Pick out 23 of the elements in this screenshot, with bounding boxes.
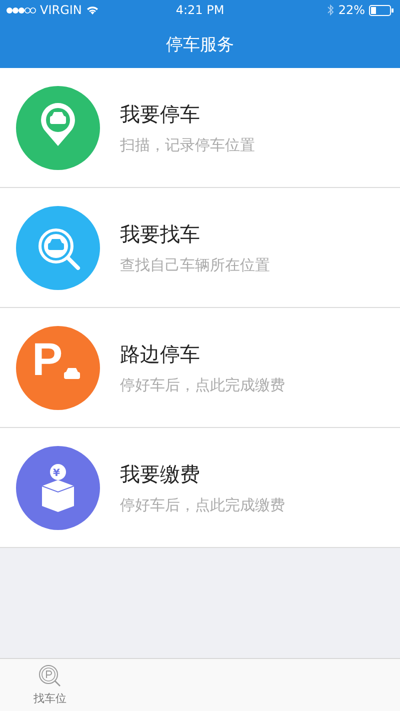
bluetooth-icon [327,4,334,16]
service-subtitle: 停好车后，点此完成缴费 [120,376,285,394]
service-subtitle: 扫描，记录停车位置 [120,136,255,154]
wifi-icon [86,5,99,15]
battery-percent: 22% [338,3,365,17]
parking-letter: P [32,336,63,382]
carrier-name: VIRGIN [40,3,82,17]
service-title: 路边停车 [120,340,201,368]
service-item[interactable]: 我要停车 扫描，记录停车位置 [0,68,400,188]
parking-search-icon [38,664,62,688]
service-title: 我要停车 [120,100,201,128]
service-subtitle: 查找自己车辆所在位置 [120,256,270,274]
service-item[interactable]: ¥ 我要缴费 停好车后，点此完成缴费 [0,428,400,548]
service-title: 我要找车 [120,220,201,248]
signal-icon [6,6,36,14]
service-item[interactable]: P 路边停车 停好车后，点此完成缴费 [0,308,400,428]
service-subtitle: 停好车后，点此完成缴费 [120,496,285,514]
status-time: 4:21 PM [176,3,224,17]
battery-icon [369,4,394,16]
page-title: 停车服务 [166,34,234,56]
service-title: 我要缴费 [120,460,201,488]
service-item[interactable]: 我要找车 查找自己车辆所在位置 [0,188,400,308]
yen-sign: ¥ [53,469,60,479]
